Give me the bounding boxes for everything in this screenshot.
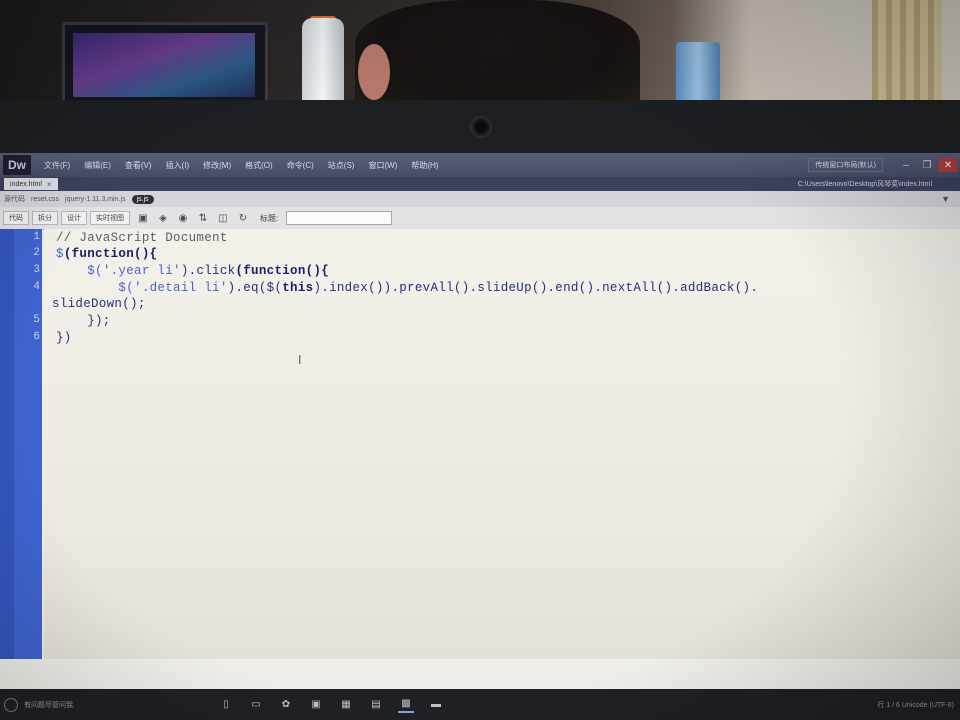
taskbar-app-icon[interactable]: ▭ bbox=[248, 698, 264, 712]
split-view-button[interactable]: 拆分 bbox=[32, 211, 58, 225]
blue-cup bbox=[676, 42, 720, 104]
line-number: 1 bbox=[33, 231, 40, 243]
minimize-button[interactable]: – bbox=[897, 158, 915, 172]
menu-view[interactable]: 查看(V) bbox=[118, 160, 159, 171]
code-line: }); bbox=[56, 314, 111, 328]
document-tab-bar: index.html × C:\Users\lenovo\Desktop\风琴菜… bbox=[0, 177, 960, 191]
code-editor[interactable]: // JavaScript Document $(function(){ $('… bbox=[44, 229, 960, 659]
document-toolbar: 代码 拆分 设计 实时视图 ▣ ◈ ◉ ⇅ ◫ ↻ 标题: bbox=[0, 207, 960, 230]
taskbar-app-icon[interactable]: ▣ bbox=[308, 698, 324, 712]
line-number-gutter: 1 2 3 4 5 6 bbox=[0, 229, 42, 659]
taskbar-app-icon[interactable]: ▤ bbox=[368, 698, 384, 712]
taskbar-app-icon[interactable]: ▦ bbox=[338, 698, 354, 712]
status-info: 行 1 / 6 Unicode (UTF-8) bbox=[877, 701, 954, 709]
line-number: 4 bbox=[33, 281, 40, 293]
title-label: 标题: bbox=[260, 213, 279, 223]
design-view-button[interactable]: 设计 bbox=[61, 211, 87, 225]
multiscreen-icon[interactable]: ▣ bbox=[136, 211, 150, 225]
line-number: 6 bbox=[33, 331, 40, 343]
related-file-reset-css[interactable]: reset.css bbox=[31, 196, 59, 203]
related-files-bar: 源代码 reset.css jquery-1.11.3.min.js js.js… bbox=[0, 191, 960, 208]
file-management-icon[interactable]: ⇅ bbox=[196, 211, 210, 225]
browser-preview-icon[interactable]: ◉ bbox=[176, 211, 190, 225]
refresh-icon[interactable]: ↻ bbox=[236, 211, 250, 225]
title-field[interactable] bbox=[286, 211, 393, 225]
windows-taskbar: 有问题尽管问我 ▯ ▭ ✿ ▣ ▦ ▤ ▩ ▬ 行 1 / 6 Unicode … bbox=[0, 689, 960, 720]
close-button[interactable]: ✕ bbox=[939, 158, 957, 172]
title-bar: Dw 文件(F) 编辑(E) 查看(V) 插入(I) 修改(M) 格式(O) 命… bbox=[0, 153, 960, 177]
curtain bbox=[872, 0, 942, 100]
menu-edit[interactable]: 编辑(E) bbox=[77, 160, 118, 171]
filter-icon[interactable]: ▼ bbox=[941, 194, 950, 204]
close-icon[interactable]: × bbox=[47, 180, 52, 189]
line-number: 2 bbox=[33, 247, 40, 259]
restore-button[interactable]: ❐ bbox=[918, 158, 936, 172]
tab-index-html[interactable]: index.html × bbox=[4, 178, 58, 190]
taskbar-app-icon[interactable]: ✿ bbox=[278, 698, 294, 712]
dreamweaver-logo: Dw bbox=[3, 155, 31, 175]
code-line: $('.detail li').eq($(this).index()).prev… bbox=[56, 281, 759, 295]
background-room bbox=[0, 0, 960, 110]
line-number: 5 bbox=[33, 314, 40, 326]
taskbar-search[interactable]: 有问题尽管问我 bbox=[24, 700, 204, 710]
related-file-source[interactable]: 源代码 bbox=[4, 194, 25, 204]
menu-help[interactable]: 帮助(H) bbox=[404, 160, 445, 171]
visual-aids-icon[interactable]: ◫ bbox=[216, 211, 230, 225]
code-line: // JavaScript Document bbox=[56, 231, 228, 245]
menu-site[interactable]: 站点(S) bbox=[321, 160, 362, 171]
inspect-icon[interactable]: ◈ bbox=[156, 211, 170, 225]
cortana-icon[interactable] bbox=[4, 697, 18, 712]
workspace-switcher[interactable]: 传统窗口布局(默认) bbox=[808, 158, 883, 172]
code-view-button[interactable]: 代码 bbox=[3, 211, 29, 225]
tab-label: index.html bbox=[10, 180, 42, 188]
water-bottle bbox=[302, 18, 344, 106]
taskbar-folder-icon[interactable]: ▬ bbox=[428, 698, 444, 712]
laptop-screen: Dw 文件(F) 编辑(E) 查看(V) 插入(I) 修改(M) 格式(O) 命… bbox=[0, 153, 960, 720]
file-path: C:\Users\lenovo\Desktop\风琴菜\index.html bbox=[797, 181, 932, 188]
menu-file[interactable]: 文件(F) bbox=[37, 160, 77, 171]
menu-format[interactable]: 格式(O) bbox=[238, 160, 280, 171]
code-line: $('.year li').click(function(){ bbox=[56, 264, 330, 278]
related-file-jquery[interactable]: jquery-1.11.3.min.js bbox=[65, 196, 126, 203]
text-cursor: I bbox=[298, 353, 302, 367]
taskbar-dreamweaver-icon[interactable]: ▩ bbox=[398, 697, 414, 713]
code-line-wrap: slideDown(); bbox=[52, 297, 146, 311]
code-line: $(function(){ bbox=[56, 247, 158, 261]
coding-toolbar-strip[interactable] bbox=[0, 229, 14, 659]
person-head bbox=[355, 0, 640, 110]
related-file-js-active[interactable]: js.js bbox=[131, 194, 154, 204]
line-number: 3 bbox=[33, 264, 40, 276]
person-ear bbox=[358, 44, 390, 100]
live-view-button[interactable]: 实时视图 bbox=[90, 211, 130, 225]
taskbar-app-icon[interactable]: ▯ bbox=[218, 698, 234, 712]
menu-modify[interactable]: 修改(M) bbox=[196, 160, 238, 171]
background-laptop bbox=[62, 22, 268, 110]
menu-window[interactable]: 窗口(W) bbox=[361, 160, 404, 171]
menu-insert[interactable]: 插入(I) bbox=[159, 160, 197, 171]
code-line: }) bbox=[56, 331, 72, 345]
menu-bar: 文件(F) 编辑(E) 查看(V) 插入(I) 修改(M) 格式(O) 命令(C… bbox=[37, 160, 445, 171]
menu-commands[interactable]: 命令(C) bbox=[280, 160, 321, 171]
webcam bbox=[470, 116, 492, 138]
